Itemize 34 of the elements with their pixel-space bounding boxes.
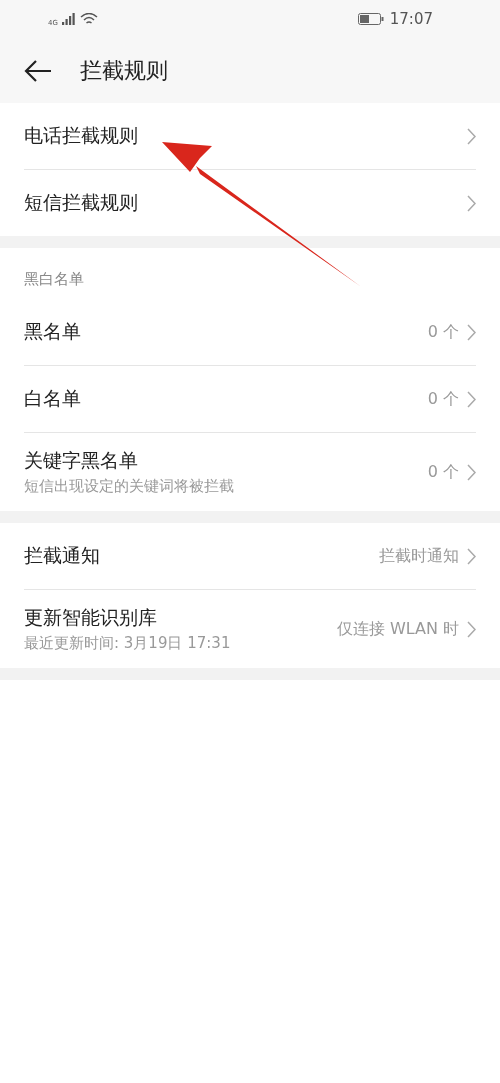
chevron-icon	[467, 390, 476, 408]
settings-row[interactable]: 关键字黑名单 短信出现设定的关键词将被拦截 0 个	[24, 433, 476, 511]
row-value: 0 个	[427, 321, 459, 343]
back-arrow-icon[interactable]	[24, 59, 52, 82]
row-title: 电话拦截规则	[24, 123, 138, 148]
section-header: 黑白名单	[24, 269, 85, 290]
settings-row[interactable]: 白名单 0 个	[24, 366, 476, 433]
settings-row[interactable]: 更新智能识别库 最近更新时间: 3月19日 17:31 仅连接 WLAN 时	[24, 590, 476, 668]
row-title: 更新智能识别库	[24, 605, 158, 630]
settings-row[interactable]: 黑名单 0 个	[24, 299, 476, 366]
row-title: 短信拦截规则	[24, 190, 138, 215]
row-value: 0 个	[427, 461, 459, 483]
row-subtitle: 短信出现设定的关键词将被拦截	[24, 477, 234, 496]
clock-time: 17:07	[389, 10, 433, 28]
battery-icon	[357, 13, 384, 25]
row-value: 拦截时通知	[379, 545, 459, 567]
chevron-icon	[467, 194, 476, 212]
row-value: 仅连接 WLAN 时	[336, 618, 459, 640]
chevron-icon	[467, 127, 476, 145]
row-title: 白名单	[24, 386, 81, 411]
row-title: 拦截通知	[24, 543, 100, 568]
chevron-icon	[467, 323, 476, 341]
chevron-icon	[467, 620, 476, 638]
row-value: 0 个	[427, 388, 459, 410]
page-title: 拦截规则	[80, 56, 168, 85]
chevron-icon	[467, 547, 476, 565]
settings-row[interactable]: 拦截通知 拦截时通知	[24, 523, 476, 590]
row-title: 黑名单	[24, 319, 81, 344]
row-subtitle: 最近更新时间: 3月19日 17:31	[24, 634, 231, 653]
row-title: 关键字黑名单	[24, 448, 139, 473]
wifi-icon	[79, 12, 98, 26]
chevron-icon	[467, 463, 476, 481]
signal-icon	[61, 13, 76, 25]
settings-row[interactable]: 短信拦截规则	[24, 170, 476, 236]
